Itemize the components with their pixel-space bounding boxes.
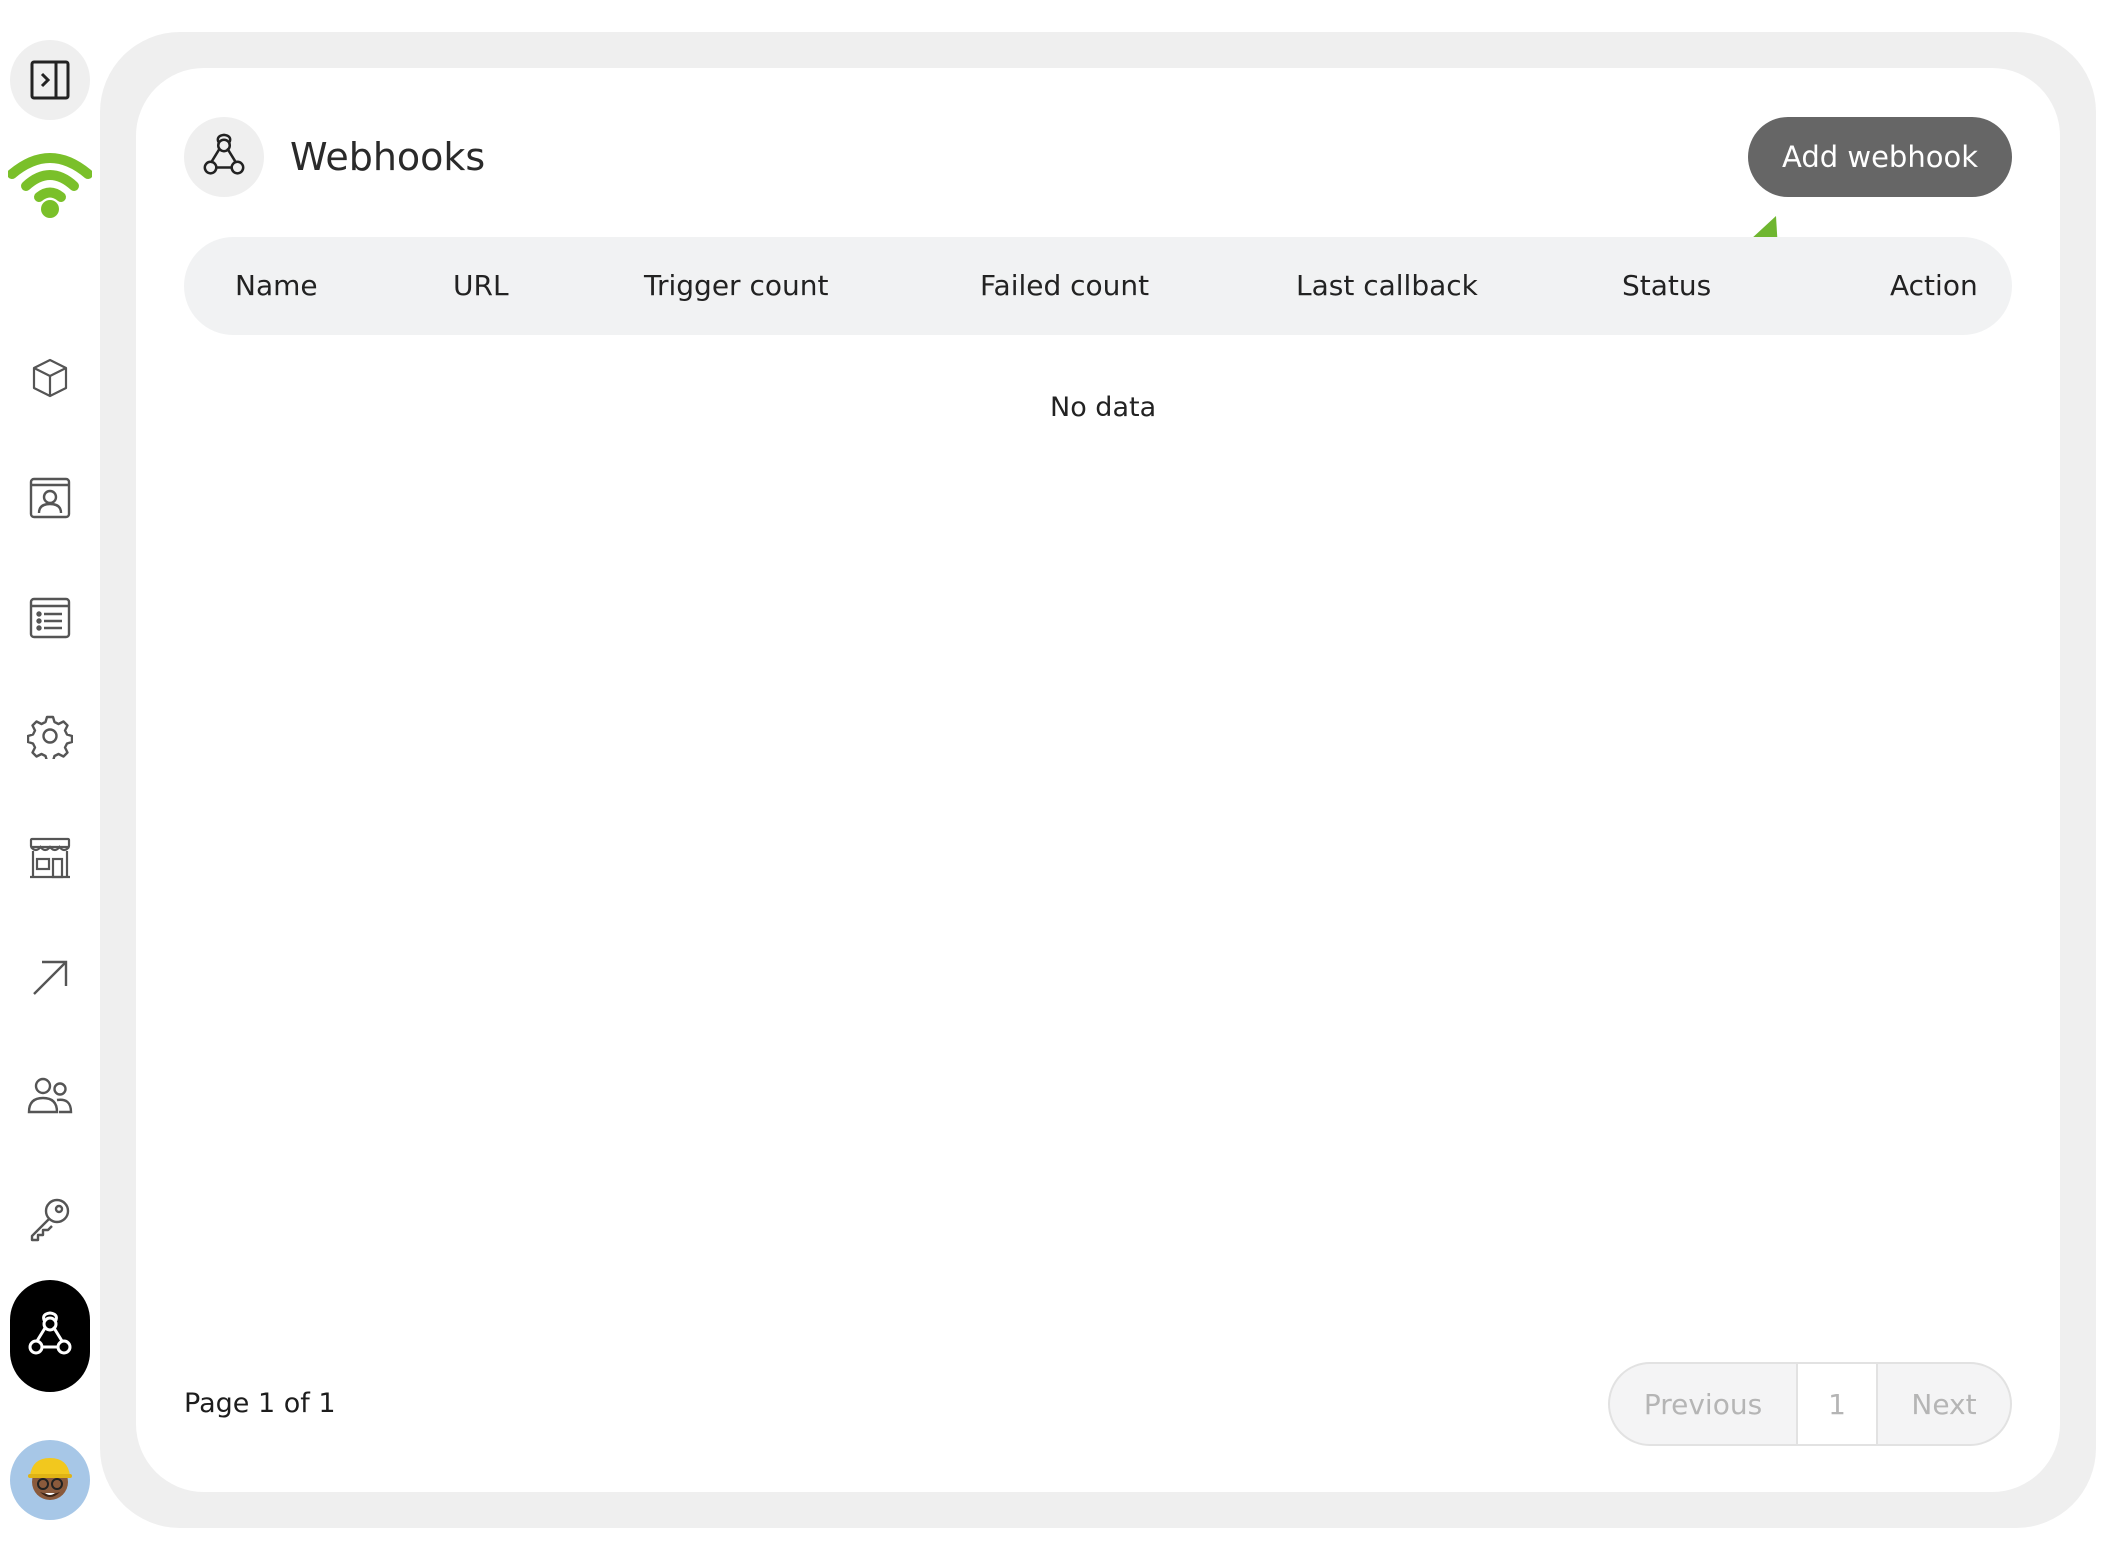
sidebar-item-webhooks[interactable] [10, 1280, 90, 1392]
webhook-icon [28, 1311, 72, 1355]
cube-icon [32, 358, 68, 398]
sidebar-toggle-icon [30, 60, 70, 100]
sidebar-item-api-keys[interactable] [20, 1188, 80, 1248]
sidebar-toggle-button[interactable] [10, 40, 90, 120]
memoji-avatar-icon [28, 1458, 72, 1500]
column-header-last-callback[interactable]: Last callback [1296, 237, 1478, 335]
column-header-url[interactable]: URL [453, 237, 509, 335]
sidebar-item-store[interactable] [20, 828, 80, 888]
webhook-icon [203, 133, 245, 175]
next-page-button[interactable]: Next [1878, 1364, 2010, 1444]
header-webhook-badge [184, 117, 264, 197]
empty-state-text: No data [1050, 392, 1157, 423]
user-avatar[interactable] [10, 1440, 90, 1520]
sidebar-item-redirects[interactable] [20, 948, 80, 1008]
storefront-icon [29, 837, 71, 879]
gear-icon [27, 715, 73, 759]
list-icon [29, 597, 71, 639]
add-webhook-button[interactable]: Add webhook [1748, 117, 2012, 197]
wifi-logo-icon [8, 148, 92, 220]
sidebar-item-settings[interactable] [20, 706, 80, 766]
pagination-info: Page 1 of 1 [184, 1388, 336, 1419]
arrow-up-right-icon [33, 960, 68, 995]
column-header-name[interactable]: Name [235, 237, 318, 335]
page-number-button[interactable]: 1 [1798, 1364, 1878, 1444]
previous-page-button[interactable]: Previous [1610, 1364, 1798, 1444]
table-header: Name URL Trigger count Failed count Last… [184, 237, 2012, 335]
sidebar-item-products[interactable] [20, 348, 80, 408]
sidebar-item-orders[interactable] [20, 588, 80, 648]
users-icon [27, 1077, 73, 1114]
key-icon [30, 1198, 70, 1242]
column-header-failed-count[interactable]: Failed count [980, 237, 1149, 335]
column-header-status[interactable]: Status [1622, 237, 1711, 335]
column-header-trigger-count[interactable]: Trigger count [644, 237, 828, 335]
contact-card-icon [29, 477, 71, 519]
column-header-action[interactable]: Action [1890, 237, 1978, 335]
pagination: Previous 1 Next [1608, 1362, 2012, 1446]
page-title: Webhooks [290, 135, 486, 179]
sidebar-item-users[interactable] [20, 1066, 80, 1126]
sidebar-item-contacts[interactable] [20, 468, 80, 528]
